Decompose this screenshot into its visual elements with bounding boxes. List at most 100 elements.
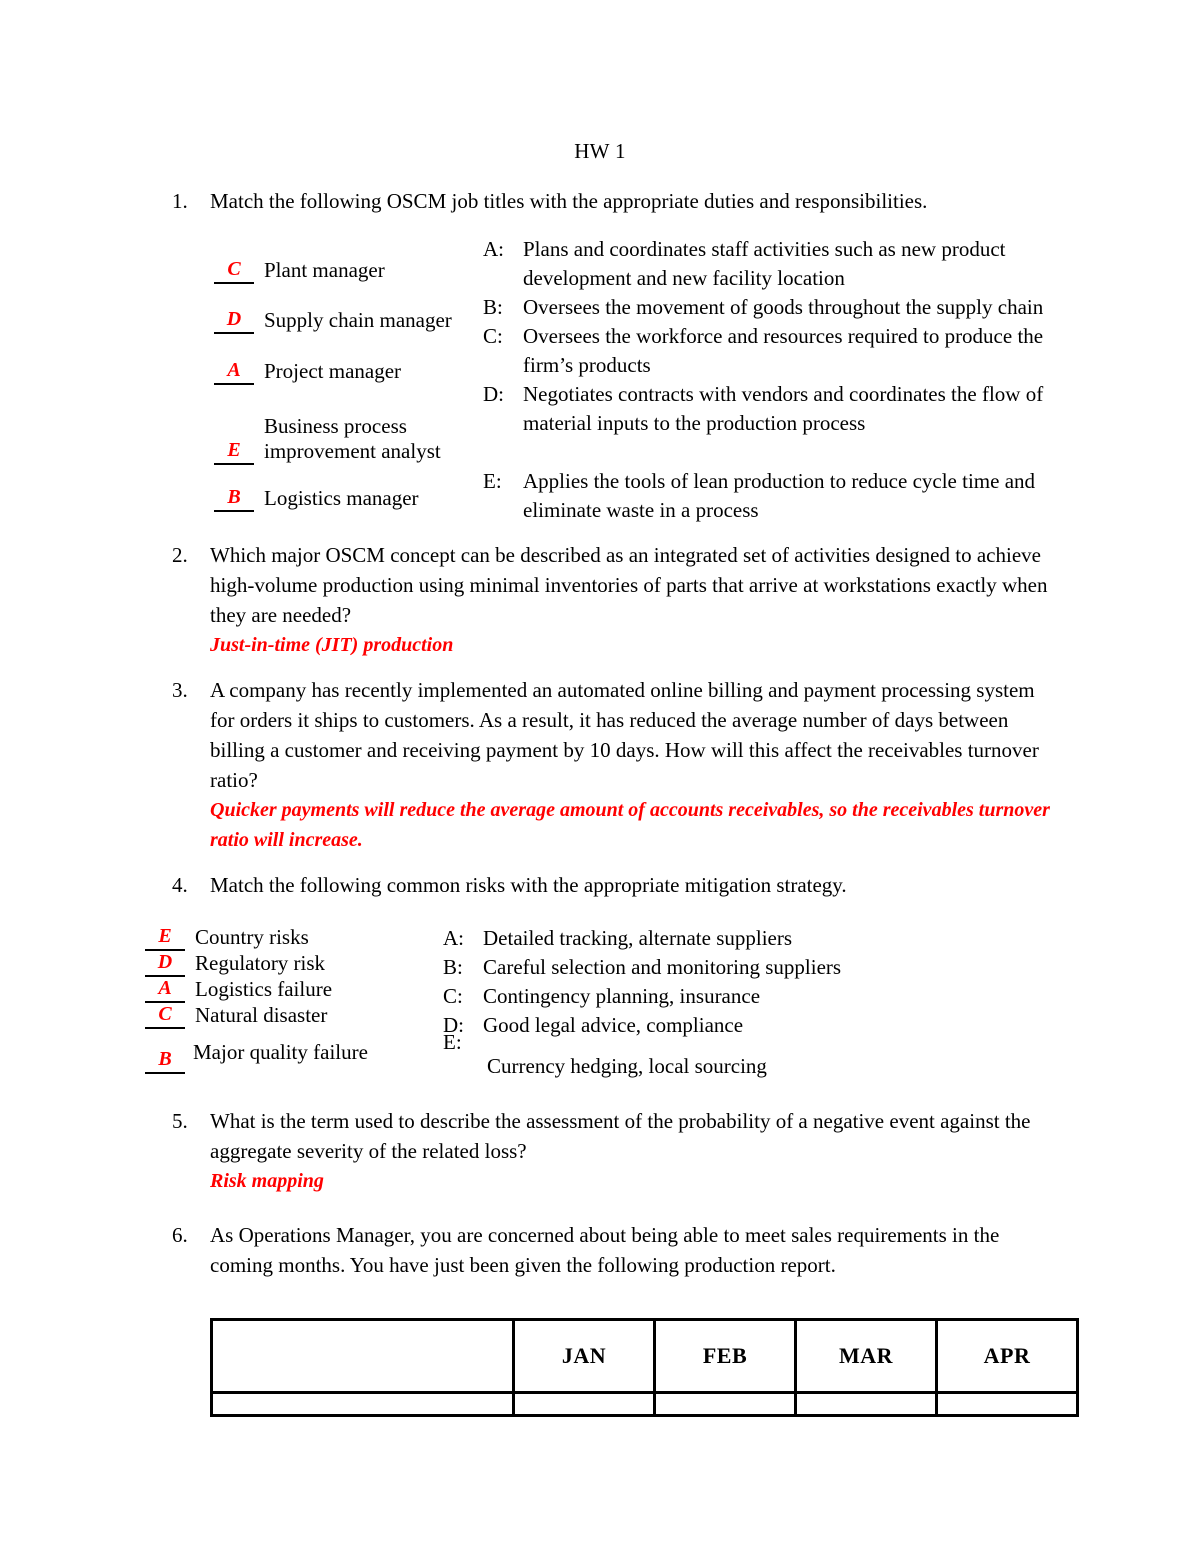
q4-answer-blank-4[interactable]: B xyxy=(145,1047,185,1074)
q1-option-e: E: Applies the tools of lean production … xyxy=(483,467,1053,525)
q4-answer-blank-0[interactable]: E xyxy=(145,924,185,951)
question-1-number: 1. xyxy=(172,189,188,213)
document-page: HW 1 1. Match the following OSCM job tit… xyxy=(0,0,1200,1553)
question-3-answer: Quicker payments will reduce the average… xyxy=(210,799,1050,851)
q1-option-d: D: Negotiates contracts with vendors and… xyxy=(483,380,1053,438)
q1-match-label-4: Logistics manager xyxy=(264,486,419,510)
q4-option-c-text: Contingency planning, insurance xyxy=(483,984,761,1008)
q1-match-label-0: Plant manager xyxy=(264,258,385,282)
table-cell-0-3[interactable] xyxy=(794,1391,938,1417)
q1-match-label-2: Project manager xyxy=(264,359,402,383)
question-5-answer: Risk mapping xyxy=(210,1170,324,1192)
table-cell-0-1[interactable] xyxy=(512,1391,656,1417)
question-2-number: 2. xyxy=(172,543,188,567)
q4-option-a-key: A: xyxy=(443,926,464,950)
q4-match-item-4[interactable]: B xyxy=(145,1047,205,1074)
question-3-number: 3. xyxy=(172,678,188,702)
q4-option-c: C: Contingency planning, insurance xyxy=(443,982,1003,1011)
q1-option-e-key: E: xyxy=(483,469,502,493)
table-cell-0-0[interactable] xyxy=(210,1391,515,1417)
question-5-prompt: What is the term used to describe the as… xyxy=(210,1109,1031,1163)
q1-option-b: B: Oversees the movement of goods throug… xyxy=(483,293,1053,322)
q1-match-label-3-line1: Business process xyxy=(264,414,407,438)
q1-option-d-text: Negotiates contracts with vendors and co… xyxy=(523,382,1044,435)
q4-match-item-3[interactable]: C Natural disaster xyxy=(145,1002,395,1029)
q4-option-a-text: Detailed tracking, alternate suppliers xyxy=(483,926,793,950)
q4-option-e-key: E: xyxy=(443,1030,462,1054)
q1-option-b-key: B: xyxy=(483,295,503,319)
q1-options-list: A: Plans and coordinates staff activitie… xyxy=(483,235,1053,525)
q1-match-item-1[interactable]: D Supply chain manager xyxy=(214,307,504,334)
table-header-cell-apr: APR xyxy=(935,1318,1079,1394)
q4-option-c-key: C: xyxy=(443,984,463,1008)
question-6: 6. As Operations Manager, you are concer… xyxy=(172,1220,1052,1280)
question-2-answer: Just-in-time (JIT) production xyxy=(210,634,454,656)
q1-match-item-3[interactable]: E improvement analyst xyxy=(214,438,504,465)
q4-answer-blank-2[interactable]: A xyxy=(145,976,185,1003)
q4-match-label-1: Regulatory risk xyxy=(195,951,326,975)
q4-options-list: A: Detailed tracking, alternate supplier… xyxy=(443,924,1003,1040)
q1-option-a-key: A: xyxy=(483,237,504,261)
q1-answer-blank-0[interactable]: C xyxy=(214,257,254,284)
q4-answer-blank-1[interactable]: D xyxy=(145,950,185,977)
q1-option-c-text: Oversees the workforce and resources req… xyxy=(523,324,1044,377)
table-header-cell-feb: FEB xyxy=(653,1318,797,1394)
q1-option-c-key: C: xyxy=(483,324,503,348)
q1-answer-blank-1[interactable]: D xyxy=(214,307,254,334)
question-3-body: A company has recently implemented an au… xyxy=(210,675,1052,855)
q4-match-label-3: Natural disaster xyxy=(195,1003,328,1027)
table-row xyxy=(210,1391,1079,1417)
question-6-prompt: As Operations Manager, you are concerned… xyxy=(210,1223,1000,1277)
q4-option-d-text: Good legal advice, compliance xyxy=(483,1013,744,1037)
question-6-number: 6. xyxy=(172,1223,188,1247)
question-5: 5. What is the term used to describe the… xyxy=(172,1106,1057,1196)
question-1: 1. Match the following OSCM job titles w… xyxy=(172,186,1052,216)
question-5-body: What is the term used to describe the as… xyxy=(210,1106,1057,1196)
q1-match-label-3-line2: improvement analyst xyxy=(264,439,441,463)
question-4: 4. Match the following common risks with… xyxy=(172,870,1052,900)
table-header-cell-mar: MAR xyxy=(794,1318,938,1394)
question-5-number: 5. xyxy=(172,1109,188,1133)
q1-answer-blank-3[interactable]: E xyxy=(214,438,254,465)
q1-option-b-text: Oversees the movement of goods throughou… xyxy=(523,295,1044,319)
q4-match-item-1[interactable]: D Regulatory risk xyxy=(145,950,395,977)
q4-match-label-0: Country risks xyxy=(195,925,309,949)
question-2: 2. Which major OSCM concept can be descr… xyxy=(172,540,1052,660)
q4-match-item-0[interactable]: E Country risks xyxy=(145,924,395,951)
q1-option-d-key: D: xyxy=(483,382,504,406)
q1-match-item-4[interactable]: B Logistics manager xyxy=(214,485,494,512)
question-2-prompt: Which major OSCM concept can be describe… xyxy=(210,543,1048,627)
table-header-cell-0 xyxy=(210,1318,515,1394)
q1-match-label-1: Supply chain manager xyxy=(264,308,452,332)
q4-option-e-text: Currency hedging, local sourcing xyxy=(487,1054,767,1078)
question-1-prompt: Match the following OSCM job titles with… xyxy=(210,189,928,213)
question-2-body: Which major OSCM concept can be describe… xyxy=(210,540,1052,660)
q1-option-a-text: Plans and coordinates staff activities s… xyxy=(523,237,1006,290)
table-header-row: JAN FEB MAR APR xyxy=(210,1318,1079,1394)
q1-option-a: A: Plans and coordinates staff activitie… xyxy=(483,235,1053,293)
table-cell-0-4[interactable] xyxy=(935,1391,1079,1417)
q1-match-item-2[interactable]: A Project manager xyxy=(214,358,474,385)
table-header-cell-jan: JAN xyxy=(512,1318,656,1394)
question-3-prompt: A company has recently implemented an au… xyxy=(210,678,1039,792)
table-cell-0-2[interactable] xyxy=(653,1391,797,1417)
question-4-prompt: Match the following common risks with th… xyxy=(210,873,847,897)
q4-option-b-key: B: xyxy=(443,955,463,979)
q4-answer-blank-3[interactable]: C xyxy=(145,1002,185,1029)
q4-match-item-2[interactable]: A Logistics failure xyxy=(145,976,395,1003)
question-3: 3. A company has recently implemented an… xyxy=(172,675,1052,855)
q1-option-e-text: Applies the tools of lean production to … xyxy=(523,469,1036,522)
q4-match-label-2: Logistics failure xyxy=(195,977,333,1001)
production-report-table: JAN FEB MAR APR xyxy=(210,1318,1079,1417)
q1-match-item-0[interactable]: C Plant manager xyxy=(214,257,474,284)
question-4-number: 4. xyxy=(172,873,188,897)
q4-option-d: D: Good legal advice, compliance xyxy=(443,1011,1003,1040)
q1-answer-blank-4[interactable]: B xyxy=(214,485,254,512)
q4-option-b: B: Careful selection and monitoring supp… xyxy=(443,953,1003,982)
q1-option-c: C: Oversees the workforce and resources … xyxy=(483,322,1053,380)
page-title: HW 1 xyxy=(574,139,626,163)
q4-match-label-4: Major quality failure xyxy=(193,1040,368,1064)
q1-answer-blank-2[interactable]: A xyxy=(214,358,254,385)
q4-option-a: A: Detailed tracking, alternate supplier… xyxy=(443,924,1003,953)
q4-option-b-text: Careful selection and monitoring supplie… xyxy=(483,955,842,979)
